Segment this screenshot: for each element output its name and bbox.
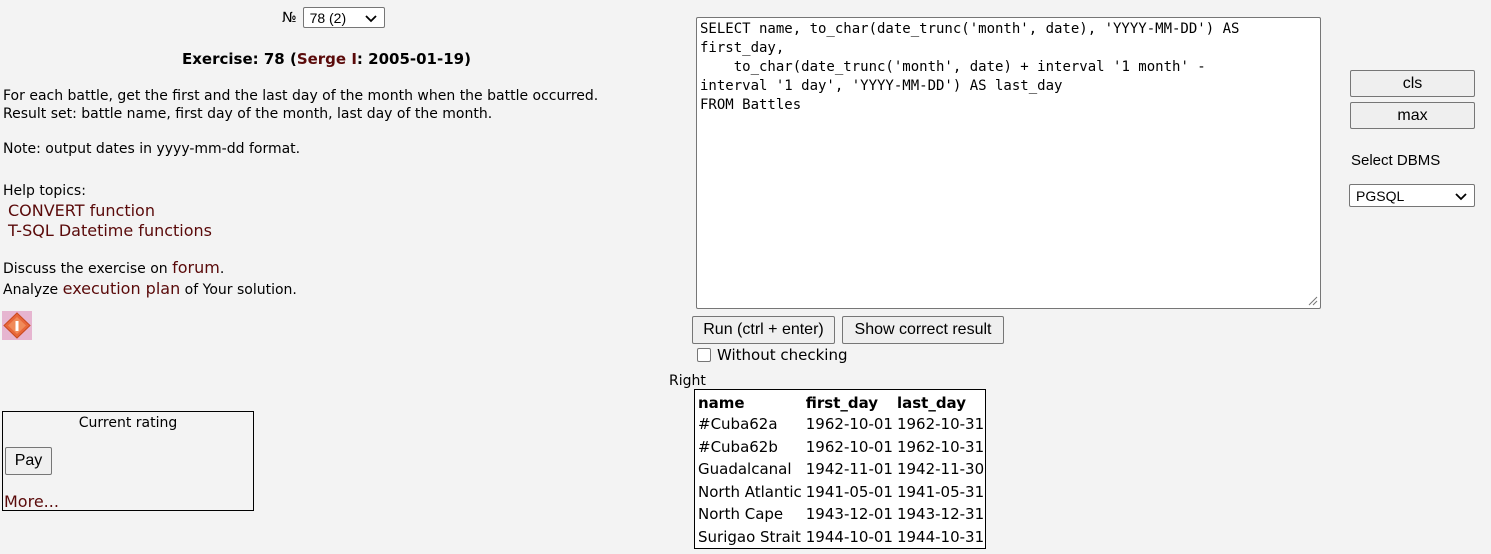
analyze-suffix: of Your solution.: [180, 282, 297, 298]
cell-first-day: 1944-10-01: [805, 527, 893, 546]
help-topics-heading: Help topics:: [3, 183, 86, 199]
cell-name: Guadalcanal: [698, 460, 792, 479]
forum-link[interactable]: forum: [172, 258, 220, 277]
discuss-suffix: .: [219, 261, 225, 277]
cell-name: North Cape: [698, 505, 784, 524]
run-button[interactable]: Run (ctrl + enter): [692, 316, 835, 344]
format-note: Note: output dates in yyyy-mm-dd format.: [3, 141, 301, 157]
execution-plan-link[interactable]: execution plan: [63, 279, 181, 298]
more-link[interactable]: More...: [4, 492, 59, 511]
number-sign-label: №: [282, 9, 297, 26]
task-line: For each battle, get the first and the l…: [3, 88, 599, 104]
dbms-select[interactable]: PGSQL: [1349, 184, 1475, 207]
table-row: #Cuba62a 1962-10-01 1962-10-31: [695, 413, 985, 436]
exercise-title-suffix: : 2005-01-19): [356, 50, 471, 68]
pay-button[interactable]: Pay: [5, 447, 52, 475]
discuss-text: Discuss the exercise on: [3, 261, 173, 277]
exercise-select[interactable]: 78 (2): [302, 7, 385, 28]
table-row: North Atlantic 1941-05-01 1941-05-31: [695, 481, 985, 504]
chevron-down-icon: [1455, 192, 1467, 200]
without-checking-checkbox[interactable]: [697, 348, 711, 362]
clear-button[interactable]: cls: [1350, 70, 1475, 97]
exercise-title: Exercise: 78 (Serge I: 2005-01-19): [182, 50, 471, 68]
cell-name: North Atlantic: [698, 482, 802, 501]
cell-name: #Cuba62a: [698, 415, 778, 434]
table-row: Guadalcanal 1942-11-01 1942-11-30: [695, 458, 985, 481]
cell-last-day: 1941-05-31: [896, 482, 985, 501]
result-status: Right: [669, 373, 706, 389]
cell-last-day: 1962-10-31: [896, 437, 985, 456]
task-description: For each battle, get the first and the l…: [3, 87, 598, 123]
cell-first-day: 1943-12-01: [805, 505, 893, 524]
info-logo-icon[interactable]: [2, 311, 32, 340]
cell-name: Surigao Strait: [698, 527, 801, 546]
sql-editor[interactable]: SELECT name, to_char(date_trunc('month',…: [696, 17, 1321, 309]
current-rating-box: Current rating Pay More...: [2, 411, 254, 511]
cell-first-day: 1942-11-01: [805, 460, 893, 479]
cell-first-day: 1941-05-01: [805, 482, 893, 501]
exercise-title-prefix: Exercise: 78 (: [182, 50, 297, 68]
exercise-select-value: 78 (2): [309, 9, 347, 26]
resize-grip-icon[interactable]: [1307, 295, 1318, 306]
help-link-datetime[interactable]: T-SQL Datetime functions: [8, 221, 212, 240]
column-header-first-day: first_day: [805, 394, 879, 412]
discuss-block: Discuss the exercise on forum. Analyze e…: [3, 258, 297, 300]
rating-title: Current rating: [78, 415, 178, 431]
table-row: Surigao Strait 1944-10-01 1944-10-31: [695, 526, 985, 549]
cell-name: #Cuba62b: [698, 437, 778, 456]
column-header-name: name: [698, 394, 745, 412]
dbms-select-value: PGSQL: [1356, 187, 1405, 204]
cell-first-day: 1962-10-01: [805, 437, 893, 456]
author-link[interactable]: Serge I: [297, 50, 357, 68]
column-header-last-day: last_day: [896, 394, 966, 412]
task-line: Result set: battle name, first day of th…: [3, 106, 493, 122]
table-row: #Cuba62b 1962-10-01 1962-10-31: [695, 436, 985, 459]
exercise-selector: № 78 (2): [282, 7, 385, 28]
without-checking-option[interactable]: Without checking: [697, 346, 848, 364]
cell-last-day: 1944-10-31: [896, 527, 985, 546]
cell-last-day: 1943-12-31: [896, 505, 985, 524]
maximize-button[interactable]: max: [1350, 102, 1475, 129]
help-link-convert[interactable]: CONVERT function: [8, 201, 155, 220]
show-correct-result-button[interactable]: Show correct result: [842, 316, 1004, 344]
cell-last-day: 1962-10-31: [896, 415, 985, 434]
table-row: North Cape 1943-12-01 1943-12-31: [695, 503, 985, 526]
chevron-down-icon: [364, 14, 377, 22]
select-dbms-label: Select DBMS: [1351, 152, 1441, 169]
result-table: name first_day last_day #Cuba62a 1962-10…: [694, 389, 987, 549]
cell-last-day: 1942-11-30: [896, 460, 985, 479]
without-checking-label: Without checking: [717, 346, 848, 364]
table-header-row: name first_day last_day: [695, 390, 985, 413]
cell-first-day: 1962-10-01: [805, 415, 893, 434]
analyze-text: Analyze: [3, 282, 63, 298]
